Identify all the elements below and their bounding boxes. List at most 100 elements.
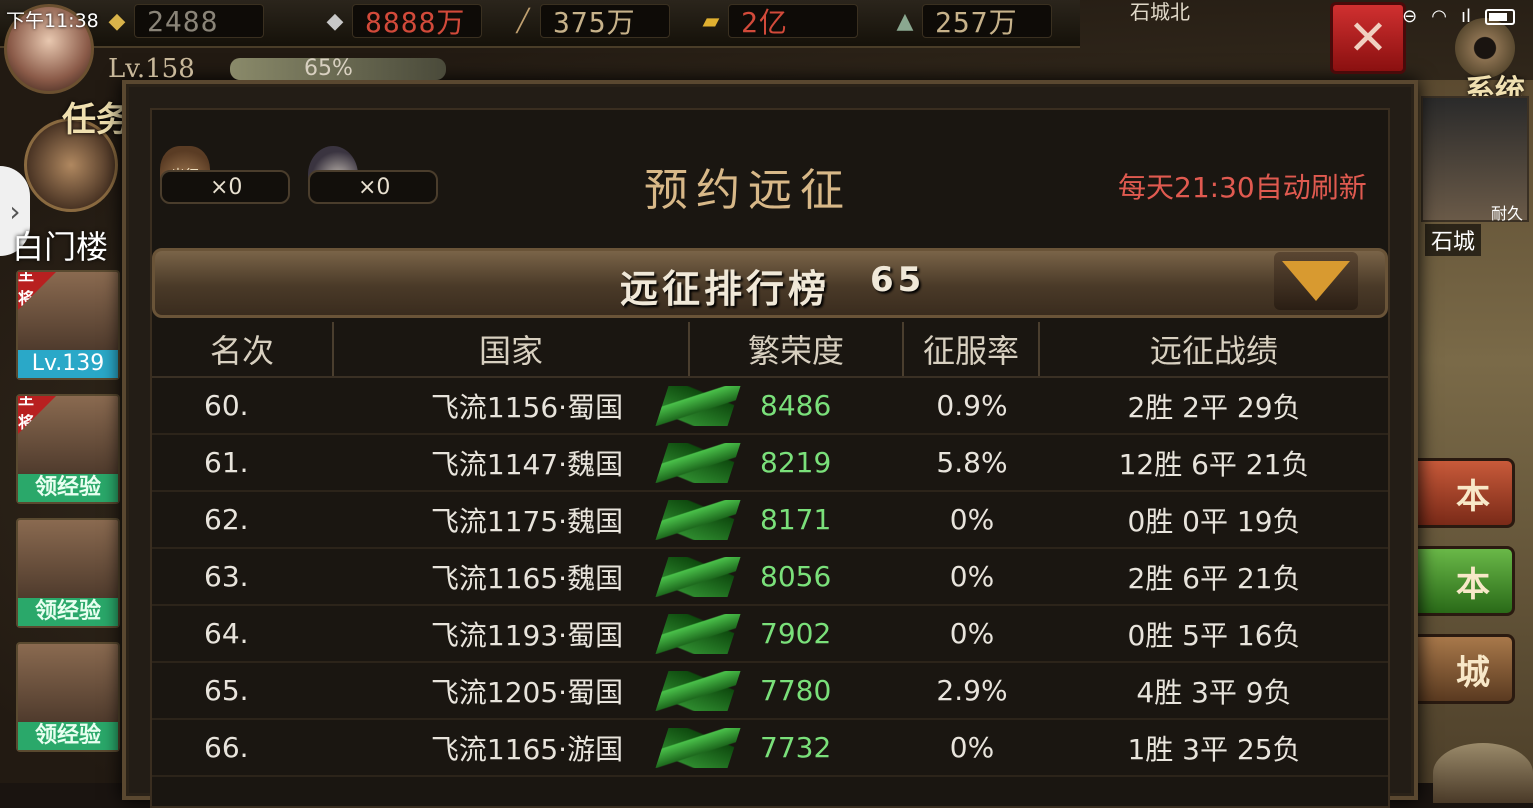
- nation-cell: 飞流1165·游国: [430, 732, 624, 766]
- resource-value: 257万: [922, 4, 1052, 39]
- rank-cell: 66.: [204, 731, 249, 764]
- hero-badge: 领经验: [18, 474, 118, 502]
- prosperity-cell: 8056: [655, 556, 904, 597]
- close-button[interactable]: ✕: [1330, 2, 1406, 74]
- nation-cell: 飞流1165·魏国: [430, 561, 624, 595]
- gate-label: 白门楼: [12, 228, 109, 266]
- table-row[interactable]: 60. 飞流1156·蜀国 8486 0.9% 2胜 2平 29负: [152, 378, 1388, 435]
- table-row[interactable]: 63. 飞流1165·魏国 8056 0% 2胜 6平 21负: [152, 549, 1388, 606]
- rank-cell: 61.: [204, 446, 249, 479]
- hero-tag: 主将: [18, 272, 56, 310]
- dnd-icon: ⊖: [1402, 6, 1418, 27]
- signal-icon: ıl: [1460, 6, 1471, 27]
- prosperity-cell: 8486: [655, 385, 904, 426]
- my-rank: 65: [870, 260, 926, 300]
- record-cell: 0胜 0平 19负: [1127, 504, 1301, 538]
- prosperity-value: 7732: [760, 731, 832, 764]
- refresh-note: 每天21:30自动刷新: [1118, 171, 1367, 204]
- resource-value: 2亿: [728, 4, 858, 39]
- ranking-table: 名次 国家 繁荣度 征服率 远征战绩 60. 飞流1156·蜀国 8486 0.9% 2…: [152, 322, 1388, 777]
- table-row[interactable]: 62. 飞流1175·魏国 8171 0% 0胜 0平 19负: [152, 492, 1388, 549]
- resource-wood[interactable]: ╱ 375万: [506, 4, 670, 39]
- hero-card[interactable]: 领经验: [16, 642, 120, 752]
- prosperity-cell: 8171: [655, 499, 904, 540]
- table-row[interactable]: 61. 飞流1147·魏国 8219 5.8% 12胜 6平 21负: [152, 435, 1388, 492]
- record-cell: 2胜 6平 21负: [1127, 561, 1301, 595]
- conquest-cell: 0%: [949, 503, 995, 536]
- conquest-cell: 2.9%: [936, 674, 1008, 707]
- resource-silver-ingot[interactable]: ◆ 8888万: [318, 4, 482, 39]
- rank-cell: 65.: [204, 674, 249, 707]
- nation-cell: 飞流1205·蜀国: [430, 675, 624, 709]
- conquest-cell: 0%: [949, 560, 995, 593]
- prosperity-icon: [655, 613, 741, 654]
- wood-icon: ╱: [516, 8, 530, 34]
- record-cell: 2胜 2平 29负: [1127, 390, 1301, 424]
- nation-cell: 飞流1175·魏国: [430, 504, 624, 538]
- close-icon: ✕: [1347, 10, 1389, 66]
- resource-value: 8888万: [352, 4, 482, 39]
- prosperity-icon: [655, 442, 741, 483]
- prosperity-value: 7902: [760, 617, 832, 650]
- hero-card[interactable]: 主将 领经验: [16, 394, 120, 504]
- nation-cell: 飞流1156·蜀国: [430, 390, 624, 424]
- column-header: 征服率: [904, 322, 1040, 376]
- prosperity-icon: [655, 727, 741, 768]
- battery-icon: [1485, 8, 1515, 25]
- rank-cell: 63.: [204, 560, 249, 593]
- prosperity-icon: [655, 385, 741, 426]
- resource-gold-bar[interactable]: ▰ 2亿: [694, 4, 858, 39]
- prosperity-cell: 8219: [655, 442, 904, 483]
- hero-tag: 主将: [18, 396, 56, 434]
- ranking-title: 远征排行榜: [620, 267, 831, 311]
- resource-value: 2488: [134, 4, 264, 38]
- ranking-dropdown-button[interactable]: [1274, 252, 1358, 310]
- exp-bar: 65%: [230, 58, 446, 80]
- prosperity-icon: [655, 499, 741, 540]
- resource-gold-ingot[interactable]: ◆ 2488: [100, 4, 264, 38]
- wifi-icon: ◠: [1431, 6, 1447, 27]
- player-level: Lv.158: [108, 54, 195, 84]
- corner-menu-button[interactable]: [1433, 743, 1533, 803]
- prosperity-cell: 7732: [655, 727, 904, 768]
- table-header: 名次 国家 繁荣度 征服率 远征战绩: [152, 322, 1388, 378]
- hero-badge: 领经验: [18, 722, 118, 750]
- hero-card[interactable]: 领经验: [16, 518, 120, 628]
- gold-ingot-icon: ◆: [108, 8, 126, 34]
- table-body: 60. 飞流1156·蜀国 8486 0.9% 2胜 2平 29负 61. 飞流1147·魏…: [152, 378, 1388, 777]
- prosperity-value: 8486: [760, 389, 832, 422]
- rank-cell: 60.: [204, 389, 249, 422]
- record-cell: 1胜 3平 25负: [1127, 732, 1301, 766]
- conquest-cell: 0%: [949, 731, 995, 764]
- prosperity-cell: 7902: [655, 613, 904, 654]
- table-row[interactable]: 65. 飞流1205·蜀国 7780 2.9% 4胜 3平 9负: [152, 663, 1388, 720]
- silver-ingot-icon: ◆: [326, 8, 344, 34]
- city-name: 石城: [1424, 224, 1481, 256]
- prosperity-value: 8171: [760, 503, 832, 536]
- table-row[interactable]: 66. 飞流1165·游国 7732 0% 1胜 3平 25负: [152, 720, 1388, 777]
- record-cell: 12胜 6平 21负: [1118, 447, 1310, 481]
- prosperity-icon: [655, 670, 741, 711]
- prosperity-value: 8219: [760, 446, 832, 479]
- potion-counter: ×0: [308, 170, 438, 204]
- gold-bar-icon: ▰: [702, 8, 720, 34]
- record-cell: 4胜 3平 9负: [1136, 675, 1292, 709]
- column-header: 远征战绩: [1149, 332, 1278, 370]
- expedition-counter: ×0: [160, 170, 290, 204]
- ore-icon: ▲: [896, 8, 914, 34]
- prosperity-value: 7780: [760, 674, 832, 707]
- table-row[interactable]: 64. 飞流1193·蜀国 7902 0% 0胜 5平 16负: [152, 606, 1388, 663]
- dialog-title: 预约远征: [644, 165, 852, 216]
- conquest-cell: 5.8%: [936, 446, 1008, 479]
- nation-cell: 飞流1193·蜀国: [430, 618, 624, 652]
- column-header: 名次: [152, 322, 334, 376]
- column-header: 国家: [334, 322, 690, 376]
- rank-cell: 64.: [204, 617, 249, 650]
- task-label[interactable]: 任务: [62, 92, 130, 141]
- prosperity-cell: 7780: [655, 670, 904, 711]
- resource-ore[interactable]: ▲ 257万: [888, 4, 1052, 39]
- status-time: 下午11:38: [6, 10, 99, 32]
- rank-cell: 62.: [204, 503, 249, 536]
- record-cell: 0胜 5平 16负: [1127, 618, 1301, 652]
- hero-card[interactable]: 主将 Lv.139: [16, 270, 120, 380]
